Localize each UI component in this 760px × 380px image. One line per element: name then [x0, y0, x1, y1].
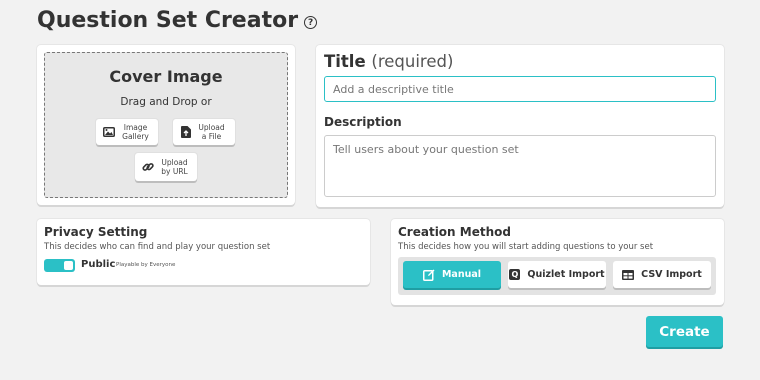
description-label: Description: [324, 115, 402, 129]
privacy-value-desc: Playable by Everyone: [116, 262, 176, 268]
upload-file-button[interactable]: Upload a File: [173, 119, 235, 145]
privacy-toggle[interactable]: [44, 259, 75, 272]
upload-file-label-line2: a File: [201, 132, 222, 141]
image-gallery-button[interactable]: Image Gallery: [96, 119, 158, 145]
manual-method-button[interactable]: Manual: [403, 261, 501, 288]
cover-image-title: Cover Image: [109, 67, 223, 86]
csv-import-label: CSV Import: [641, 269, 702, 280]
upload-url-label: Upload by URL: [159, 158, 191, 176]
privacy-value-label: Public: [81, 259, 116, 270]
title-required-text: (required): [371, 52, 454, 71]
quizlet-import-label: Quizlet Import: [527, 269, 605, 280]
privacy-toggle-knob: [64, 261, 73, 270]
help-icon[interactable]: ?: [304, 16, 318, 29]
cover-image-subtitle: Drag and Drop or: [120, 96, 212, 108]
privacy-title: Privacy Setting: [44, 225, 148, 239]
title-label: Title (required): [324, 52, 453, 71]
upload-url-button[interactable]: Upload by URL: [135, 153, 197, 181]
details-card: Title (required) Description: [316, 45, 724, 207]
manual-method-label: Manual: [441, 269, 482, 280]
page-title-text: Question Set Creator: [37, 8, 299, 33]
upload-url-label-line2: by URL: [161, 167, 188, 176]
edit-icon: [422, 269, 435, 281]
title-input[interactable]: [324, 76, 716, 102]
image-icon: [102, 127, 115, 137]
privacy-subtitle: This decides who can find and play your …: [44, 242, 271, 252]
quizlet-import-button[interactable]: Q Quizlet Import: [508, 261, 606, 288]
link-icon: [141, 161, 154, 173]
title-label-text: Title: [324, 52, 366, 71]
creation-subtitle: This decides how you will start adding q…: [398, 242, 654, 252]
file-upload-icon: [180, 126, 191, 138]
upload-file-label-line1: Upload: [198, 123, 225, 132]
cover-image-card: Cover Image Drag and Drop or Image Galle…: [37, 45, 295, 205]
privacy-card: Privacy Setting This decides who can fin…: [37, 219, 370, 285]
page-title: Question Set Creator ?: [37, 8, 318, 33]
cover-image-dropzone[interactable]: Cover Image Drag and Drop or Image Galle…: [44, 52, 288, 198]
creation-method-options: Manual Q Quizlet Import CSV Import: [398, 257, 716, 295]
upload-url-label-line1: Upload: [161, 158, 188, 167]
image-gallery-label-line1: Image: [123, 123, 148, 132]
creation-title: Creation Method: [398, 225, 511, 239]
csv-import-button[interactable]: CSV Import: [613, 261, 711, 288]
creation-method-card: Creation Method This decides how you wil…: [391, 219, 724, 305]
description-input[interactable]: [324, 135, 716, 197]
create-button[interactable]: Create: [646, 316, 723, 347]
image-gallery-label: Image Gallery: [120, 123, 152, 141]
table-icon: [622, 269, 635, 280]
image-gallery-label-line2: Gallery: [122, 132, 149, 141]
upload-file-label: Upload a File: [196, 123, 228, 141]
quizlet-icon: Q: [509, 269, 521, 280]
